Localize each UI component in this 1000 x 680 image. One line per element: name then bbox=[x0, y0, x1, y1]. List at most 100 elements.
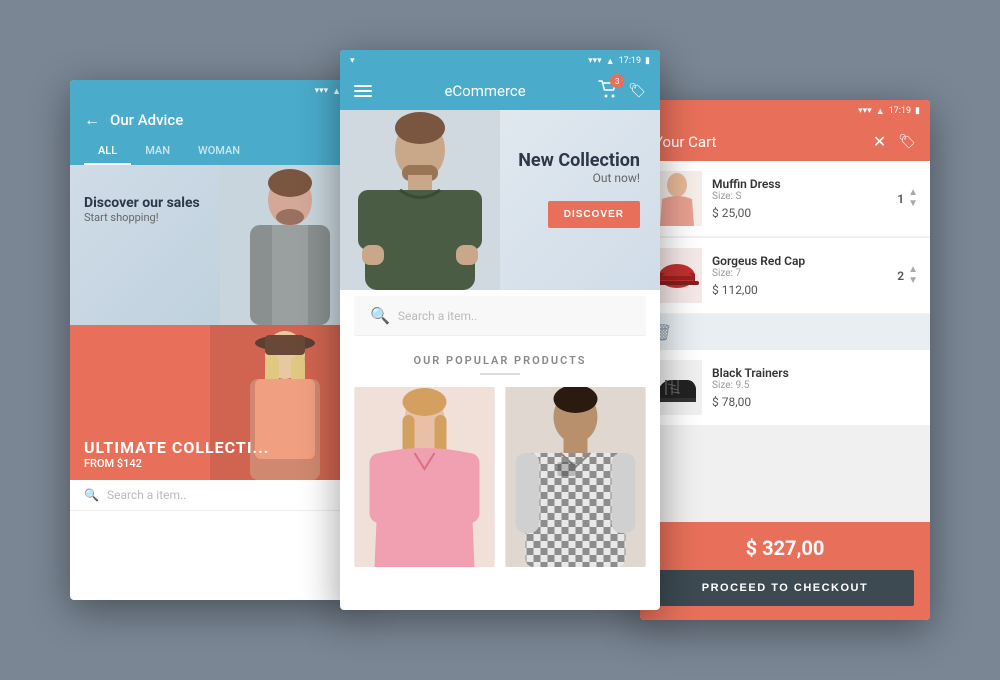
qty-number-2: 2 bbox=[897, 269, 904, 283]
popular-label: OUR POPULAR PRODUCTS bbox=[340, 342, 660, 373]
center-time: 17:19 bbox=[619, 56, 641, 66]
trash-section: 🗑 bbox=[640, 315, 930, 350]
screens-container: ▾▾▾ ▲ ▮ ← Our Advice ALL MAN WOMAN bbox=[70, 50, 930, 630]
center-app-title: eCommerce bbox=[444, 82, 525, 100]
center-dropdown-icon: ▾ bbox=[350, 56, 355, 66]
cart-item-name-2: Gorgeus Red Cap bbox=[712, 254, 887, 268]
cart-item-1: Muffin Dress Size: S $ 25,00 1 ▲ ▼ bbox=[640, 161, 930, 236]
tab-man[interactable]: MAN bbox=[131, 138, 184, 165]
hamburger-line-2 bbox=[354, 90, 372, 92]
qty-up-2[interactable]: ▲ bbox=[908, 265, 918, 275]
left-header: ← Our Advice ALL MAN WOMAN bbox=[70, 102, 360, 165]
cart-item-price-1: $ 25,00 bbox=[712, 206, 887, 220]
left-header-top: ← Our Advice bbox=[84, 110, 346, 130]
cart-item-price-2: $ 112,00 bbox=[712, 283, 887, 297]
qty-down-2[interactable]: ▼ bbox=[908, 276, 918, 286]
product-img-2 bbox=[505, 387, 646, 567]
left-screen-content: ← Our Advice ALL MAN WOMAN Discover our … bbox=[70, 102, 360, 600]
cart-item-details-2: Gorgeus Red Cap Size: 7 $ 112,00 bbox=[712, 254, 887, 297]
product-card-1[interactable] bbox=[354, 387, 495, 567]
left-search-placeholder: Search a item.. bbox=[107, 488, 186, 502]
tab-woman[interactable]: WOMAN bbox=[184, 138, 254, 165]
cart-item-size-3: Size: 9.5 bbox=[712, 380, 918, 391]
center-search-bar[interactable]: 🔍 Search a item.. bbox=[354, 296, 646, 336]
screen-left: ▾▾▾ ▲ ▮ ← Our Advice ALL MAN WOMAN bbox=[70, 80, 360, 600]
cart-icon-container[interactable]: 3 bbox=[598, 80, 618, 102]
qty-down-1[interactable]: ▼ bbox=[908, 199, 918, 209]
center-signal-icon: ▾▾▾ bbox=[588, 56, 602, 66]
popular-divider bbox=[480, 373, 520, 375]
qty-row-1: 1 ▲ ▼ bbox=[897, 188, 918, 209]
close-cart-button[interactable]: ✕ bbox=[873, 132, 886, 151]
right-header: Your Cart ✕ 🏷 bbox=[640, 122, 930, 161]
tab-all[interactable]: ALL bbox=[84, 138, 131, 165]
center-header-icons: 3 🏷 bbox=[598, 80, 646, 102]
right-wifi-icon: ▲ bbox=[876, 106, 885, 117]
product-img-1 bbox=[354, 387, 495, 567]
center-hero-text: New Collection Out now! DISCOVER bbox=[518, 150, 640, 228]
qty-arrows-2: ▲ ▼ bbox=[908, 265, 918, 286]
center-search-icon: 🔍 bbox=[370, 306, 390, 325]
left-screen-title: Our Advice bbox=[110, 111, 183, 129]
back-button[interactable]: ← bbox=[84, 110, 100, 130]
left-hero-subtitle: Start shopping! bbox=[84, 211, 200, 224]
screen-right: ▾▾▾ ▲ 17:19 ▮ Your Cart ✕ 🏷 bbox=[640, 100, 930, 620]
left-hero-title: Discover our sales bbox=[84, 195, 200, 211]
center-hero-subtitle: Out now! bbox=[518, 171, 640, 185]
center-status-bar: ▾ ▾▾▾ ▲ 17:19 ▮ bbox=[340, 50, 660, 72]
cart-item-qty-2: 2 ▲ ▼ bbox=[897, 265, 918, 286]
checkout-button[interactable]: PROCEED TO CHECKOUT bbox=[656, 570, 914, 606]
left-hero: Discover our sales Start shopping! bbox=[70, 165, 360, 325]
center-header: eCommerce 3 🏷 bbox=[340, 72, 660, 110]
hamburger-line-3 bbox=[354, 95, 372, 97]
cart-item-2: Gorgeus Red Cap Size: 7 $ 112,00 2 ▲ ▼ bbox=[640, 238, 930, 313]
cart-item-name-1: Muffin Dress bbox=[712, 177, 887, 191]
right-screen-content: Your Cart ✕ 🏷 bbox=[640, 122, 930, 620]
center-hero: New Collection Out now! DISCOVER bbox=[340, 110, 660, 290]
center-status-icons: ▾▾▾ ▲ 17:19 ▮ bbox=[588, 56, 650, 67]
cart-item-size-2: Size: 7 bbox=[712, 268, 887, 279]
right-screen-title: Your Cart bbox=[654, 133, 716, 151]
qty-number-1: 1 bbox=[897, 192, 904, 206]
cart-item-size-1: Size: S bbox=[712, 191, 887, 202]
qty-up-1[interactable]: ▲ bbox=[908, 188, 918, 198]
hamburger-menu[interactable] bbox=[354, 85, 372, 97]
center-battery-icon: ▮ bbox=[645, 56, 650, 66]
left-tabs: ALL MAN WOMAN bbox=[84, 138, 346, 165]
total-section: $ 327,00 PROCEED TO CHECKOUT bbox=[640, 522, 930, 620]
right-status-bar: ▾▾▾ ▲ 17:19 ▮ bbox=[640, 100, 930, 122]
left-search-icon: 🔍 bbox=[84, 488, 99, 502]
qty-arrows-1: ▲ ▼ bbox=[908, 188, 918, 209]
cart-item-qty-1: 1 ▲ ▼ bbox=[897, 188, 918, 209]
cart-item-3: Black Trainers Size: 9.5 $ 78,00 bbox=[640, 350, 930, 425]
qty-row-2: 2 ▲ ▼ bbox=[897, 265, 918, 286]
cart-scroll-area: Muffin Dress Size: S $ 25,00 1 ▲ ▼ bbox=[640, 161, 930, 522]
total-amount: $ 327,00 bbox=[656, 536, 914, 560]
right-tag-icon[interactable]: 🏷 bbox=[898, 134, 916, 150]
left-search-bar[interactable]: 🔍 Search a item.. bbox=[70, 480, 360, 511]
center-search-placeholder: Search a item.. bbox=[398, 309, 477, 323]
center-hero-person bbox=[340, 110, 500, 290]
center-hero-title: New Collection bbox=[518, 150, 640, 171]
hamburger-line-1 bbox=[354, 85, 372, 87]
left-hero-person bbox=[220, 165, 360, 325]
right-signal-icon: ▾▾▾ bbox=[858, 106, 872, 116]
cart-item-details-3: Black Trainers Size: 9.5 $ 78,00 bbox=[712, 366, 918, 409]
screen-center: ▾ ▾▾▾ ▲ 17:19 ▮ eCommerce bbox=[340, 50, 660, 610]
left-salmon-text: ULTIMATE COLLECTI... FROM $142 bbox=[84, 438, 269, 470]
right-battery-icon: ▮ bbox=[915, 106, 920, 116]
center-screen-content: eCommerce 3 🏷 bbox=[340, 72, 660, 610]
right-time: 17:19 bbox=[889, 106, 911, 116]
left-hero-text: Discover our sales Start shopping! bbox=[84, 195, 200, 224]
left-signal-icon: ▾▾▾ bbox=[315, 86, 329, 96]
cart-badge: 3 bbox=[610, 74, 624, 88]
right-status-icons: ▾▾▾ ▲ 17:19 ▮ bbox=[858, 106, 920, 117]
product-card-2[interactable] bbox=[505, 387, 646, 567]
center-wifi-icon: ▲ bbox=[606, 56, 615, 67]
products-grid bbox=[340, 387, 660, 567]
left-status-bar: ▾▾▾ ▲ ▮ bbox=[70, 80, 360, 102]
discover-button[interactable]: DISCOVER bbox=[548, 201, 640, 228]
cart-item-price-3: $ 78,00 bbox=[712, 395, 918, 409]
tag-icon[interactable]: 🏷 bbox=[628, 83, 646, 99]
cart-item-details-1: Muffin Dress Size: S $ 25,00 bbox=[712, 177, 887, 220]
